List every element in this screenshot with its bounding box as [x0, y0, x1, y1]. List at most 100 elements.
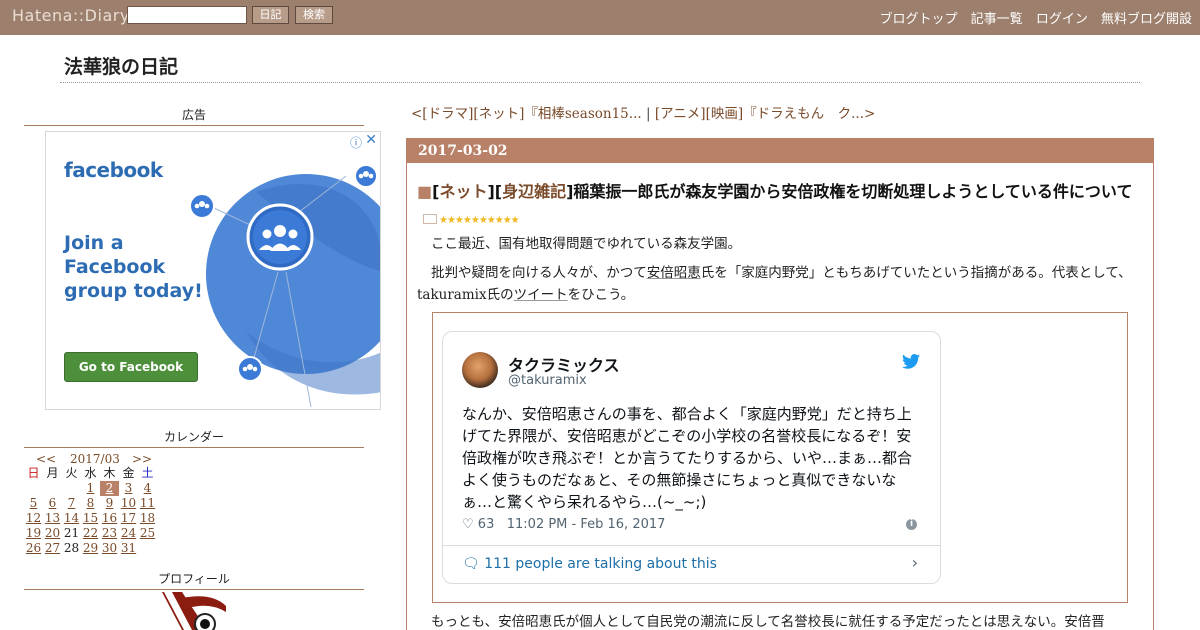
calendar-day[interactable]: 11 — [138, 496, 157, 511]
calendar-weekday-row: 日月火水木金土 — [24, 466, 160, 481]
nav-login[interactable]: ログイン — [1036, 12, 1088, 27]
calendar-day[interactable]: 5 — [24, 496, 43, 511]
embedded-tweet[interactable]: タクラミックス @takuramix なんか、安倍昭恵さんの事を、都合よく「家庭… — [442, 331, 941, 584]
blockquote: タクラミックス @takuramix なんか、安倍昭恵さんの事を、都合よく「家庭… — [432, 312, 1128, 603]
search-input[interactable] — [127, 6, 247, 24]
calendar-day[interactable]: 17 — [119, 511, 138, 526]
calendar-day[interactable]: 9 — [100, 496, 119, 511]
entry-title-square[interactable]: ■ — [417, 182, 432, 201]
tweet-timestamp[interactable]: 11:02 PM - Feb 16, 2017 — [507, 517, 666, 532]
tweet-talking-text: 111 people are talking about this — [484, 556, 717, 572]
paragraph-2: 批判や疑問を向ける人々が、かつて安倍昭恵氏を「家庭内野党」ともちあげていたという… — [417, 262, 1139, 306]
facebook-groups-illustration — [189, 164, 380, 408]
calendar-day[interactable]: 20 — [43, 526, 62, 541]
calendar-grid: 日月火水木金土 1 2 3 4 5 6 7 8 9 10 11 12 13 14 15 16 17 18 19 20 21… — [24, 466, 160, 556]
calendar-next-link[interactable]: >> — [132, 452, 152, 466]
calendar-day[interactable]: 13 — [43, 511, 62, 526]
calendar-day[interactable]: 23 — [100, 526, 119, 541]
close-icon[interactable]: ✕ — [365, 132, 377, 148]
calendar-day[interactable]: 25 — [138, 526, 157, 541]
go-to-facebook-button[interactable]: Go to Facebook — [64, 352, 198, 382]
calendar-day[interactable]: 27 — [43, 541, 62, 556]
star-rating[interactable]: ★★★★★★★★★★ — [439, 215, 520, 226]
diary-search-button[interactable]: 日記 — [252, 6, 289, 24]
nav-article-list[interactable]: 記事一覧 — [971, 12, 1023, 27]
calendar-day[interactable]: 8 — [81, 496, 100, 511]
calendar-day[interactable]: 29 — [81, 541, 100, 556]
entry-date[interactable]: 2017-03-02 — [407, 139, 1153, 163]
heart-icon[interactable]: ♡ — [462, 517, 474, 532]
facebook-ad[interactable]: ⓘ ✕ facebook Join a Facebook group today… — [45, 131, 381, 410]
calendar-day[interactable]: 18 — [138, 511, 157, 526]
tweet-likes[interactable]: 63 — [478, 517, 495, 532]
tweet-text: なんか、安倍昭恵さんの事を、都合よく「家庭内野党」だと持ち上げてた界隈が、安倍昭… — [462, 405, 913, 511]
search-button[interactable]: 検索 — [295, 6, 333, 24]
calendar-week-row: 5 6 7 8 9 10 11 — [24, 496, 160, 511]
calendar-day[interactable]: 26 — [24, 541, 43, 556]
calendar-month-link[interactable]: 2017/03 — [70, 452, 120, 466]
blog-title[interactable]: 法華狼の日記 — [64, 52, 178, 79]
tweet-keyword-link[interactable]: ツイート — [514, 287, 568, 303]
info-icon[interactable]: i — [906, 519, 917, 530]
calendar-weekday: 月 — [46, 466, 59, 480]
ad-heading: 広告 — [24, 106, 364, 126]
facebook-logo: facebook — [64, 158, 163, 182]
info-icon[interactable]: ⓘ — [350, 134, 362, 151]
calendar-day[interactable]: 19 — [24, 526, 43, 541]
keyword-link[interactable]: 安倍昭恵 — [647, 265, 701, 281]
paragraph-2-text-a: 批判や疑問を向ける人々が、かつて — [431, 265, 647, 281]
top-bar: Hatena::Diary 日記 検索 ブログトップ 記事一覧 ログイン 無料ブ… — [0, 0, 1200, 35]
tweet-divider — [443, 545, 940, 546]
calendar-weekday: 日 — [27, 466, 40, 480]
calendar-day[interactable]: 30 — [100, 541, 119, 556]
calendar-day[interactable]: 31 — [119, 541, 138, 556]
hatena-diary-logo[interactable]: Hatena::Diary — [12, 6, 130, 25]
calendar-day[interactable]: 1 — [81, 481, 100, 496]
calendar-day[interactable]: 14 — [62, 511, 81, 526]
blog-entry: 2017-03-02 ■[ネット][身辺雑記]稲葉振一郎氏が森友学園から安倍政権… — [406, 138, 1154, 630]
nav-blog-top[interactable]: ブログトップ — [880, 12, 958, 27]
calendar-prev-link[interactable]: << — [36, 452, 56, 466]
chevron-right-icon[interactable]: › — [912, 553, 918, 572]
calendar-week-row: 1234 — [24, 481, 160, 496]
calendar-weekday: 木 — [103, 466, 116, 480]
calendar-day[interactable]: 12 — [24, 511, 43, 526]
calendar-day[interactable]: 10 — [119, 496, 138, 511]
entry-title: ■[ネット][身辺雑記]稲葉振一郎氏が森友学園から安倍政権を切断処理しようとして… — [417, 182, 1133, 226]
calendar-weekday: 火 — [65, 466, 78, 480]
calendar-day[interactable]: 22 — [81, 526, 100, 541]
avatar[interactable] — [462, 352, 498, 388]
paragraph-1: ここ最近、国有地取得問題でゆれている森友学園。 — [431, 236, 742, 252]
calendar-day[interactable]: 4 — [138, 481, 157, 496]
top-nav: ブログトップ 記事一覧 ログイン 無料ブログ開設 — [871, 8, 1192, 27]
calendar-day[interactable]: 6 — [43, 496, 62, 511]
calendar-day[interactable]: 15 — [81, 511, 100, 526]
paragraph-2-text-c: をひこう。 — [567, 287, 635, 303]
calendar-day[interactable]: 24 — [119, 526, 138, 541]
calendar-week-row: 19 20 21 22 23 24 25 — [24, 526, 160, 541]
profile-heading: プロフィール — [24, 570, 364, 590]
tweet-conversation-link[interactable]: 🗨︎ 111 people are talking about this — [462, 556, 717, 572]
next-entry-link[interactable]: [アニメ][映画]『ドラえもん ク...> — [655, 106, 875, 122]
nav-create-blog[interactable]: 無料ブログ開設 — [1101, 12, 1192, 27]
category-net-link[interactable]: ネット — [439, 182, 487, 201]
tweet-author-handle[interactable]: @takuramix — [508, 373, 587, 388]
category-personal-link[interactable]: 身辺雑記 — [502, 182, 566, 201]
calendar-day[interactable]: 3 — [119, 481, 138, 496]
title-divider — [60, 82, 1140, 83]
tweet-meta: ♡ 63 11:02 PM - Feb 16, 2017 — [462, 517, 665, 532]
calendar-heading: カレンダー — [24, 428, 364, 448]
pager-separator: | — [645, 106, 651, 122]
calendar-day[interactable]: 7 — [62, 496, 81, 511]
add-star-icon[interactable] — [423, 213, 437, 224]
speech-bubble-icon: 🗨︎ — [462, 556, 480, 572]
calendar-week-row: 26 27 28 29 30 31 — [24, 541, 160, 556]
calendar-day: 21 — [63, 526, 80, 540]
profile-image[interactable] — [162, 592, 226, 630]
twitter-bird-icon[interactable] — [902, 354, 920, 369]
calendar-weekday: 土 — [141, 466, 154, 480]
prev-entry-link[interactable]: <[ドラマ][ネット]『相棒season15... — [411, 106, 642, 122]
calendar-day[interactable]: 16 — [100, 511, 119, 526]
calendar-weekday: 水 — [84, 466, 97, 480]
calendar-day[interactable]: 2 — [100, 481, 119, 496]
